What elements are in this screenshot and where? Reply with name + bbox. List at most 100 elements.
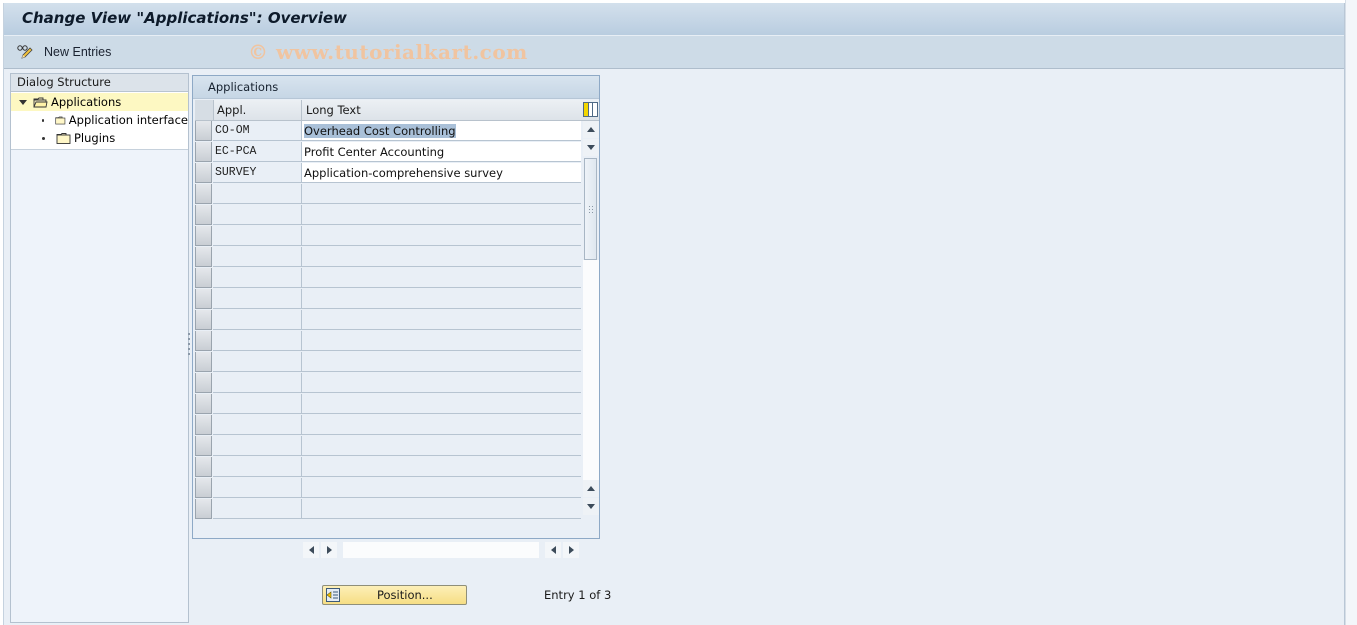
cell-appl: SURVEY xyxy=(213,163,302,183)
tree-item-plugins[interactable]: Plugins xyxy=(11,129,188,147)
row-selector[interactable] xyxy=(195,394,212,414)
cell-long-text[interactable]: Overhead Cost Controlling xyxy=(302,121,581,141)
cell-appl[interactable] xyxy=(213,226,302,246)
cell-long-text[interactable] xyxy=(302,331,581,351)
row-selector[interactable] xyxy=(195,499,212,519)
cell-long-text[interactable] xyxy=(302,499,581,519)
cell-long-text[interactable] xyxy=(302,415,581,435)
tree-item-applications[interactable]: Applications xyxy=(11,93,188,111)
cell-appl[interactable] xyxy=(213,205,302,225)
cell-appl[interactable] xyxy=(213,478,302,498)
cell-long-text[interactable] xyxy=(302,205,581,225)
table-row: CO-OM Overhead Cost Controlling xyxy=(195,121,581,142)
row-selector[interactable] xyxy=(195,184,212,204)
tree-item-application-interface[interactable]: Application interface xyxy=(11,111,188,129)
arrow-up-icon xyxy=(587,486,595,491)
table-row xyxy=(195,457,581,478)
cell-appl[interactable] xyxy=(213,394,302,414)
select-all-button[interactable] xyxy=(195,100,214,120)
cell-long-text[interactable] xyxy=(302,436,581,456)
tree-item-label: Plugins xyxy=(74,131,116,145)
cell-appl[interactable] xyxy=(213,415,302,435)
panel-splitter-handle[interactable] xyxy=(188,333,191,357)
row-selector[interactable] xyxy=(195,205,212,225)
scroll-right-button[interactable] xyxy=(321,542,337,558)
cell-long-text[interactable]: Application-comprehensive survey xyxy=(302,163,581,183)
cell-appl[interactable] xyxy=(213,373,302,393)
scroll-up-button[interactable] xyxy=(583,121,599,138)
scroll-thumb[interactable] xyxy=(584,158,597,260)
scroll-down-button[interactable] xyxy=(583,139,599,156)
row-selector[interactable] xyxy=(195,142,212,162)
row-selector[interactable] xyxy=(195,121,212,141)
arrow-down-icon xyxy=(587,504,595,509)
new-entries-button[interactable]: New Entries xyxy=(16,42,111,62)
vertical-scrollbar[interactable] xyxy=(583,121,599,516)
table-settings-icon[interactable] xyxy=(583,102,598,117)
long-text-value: Application-comprehensive survey xyxy=(304,166,503,180)
position-icon xyxy=(326,588,340,602)
scroll-left-button[interactable] xyxy=(303,542,319,558)
dialog-structure-panel: Dialog Structure Applications Applicatio… xyxy=(10,73,189,623)
page-up-button[interactable] xyxy=(583,480,599,497)
scroll-right-end-button[interactable] xyxy=(563,542,579,558)
cell-long-text[interactable] xyxy=(302,478,581,498)
table-row xyxy=(195,268,581,289)
table-row xyxy=(195,310,581,331)
row-selector[interactable] xyxy=(195,352,212,372)
cell-appl[interactable] xyxy=(213,289,302,309)
row-selector[interactable] xyxy=(195,163,212,183)
table-row: SURVEY Application-comprehensive survey xyxy=(195,163,581,184)
table-row xyxy=(195,394,581,415)
row-selector[interactable] xyxy=(195,289,212,309)
cell-appl[interactable] xyxy=(213,184,302,204)
cell-appl[interactable] xyxy=(213,268,302,288)
cell-long-text[interactable] xyxy=(302,373,581,393)
scroll-track[interactable] xyxy=(583,260,599,480)
cell-long-text[interactable] xyxy=(302,310,581,330)
cell-appl[interactable] xyxy=(213,352,302,372)
row-selector[interactable] xyxy=(195,373,212,393)
cell-appl[interactable] xyxy=(213,310,302,330)
cell-appl[interactable] xyxy=(213,247,302,267)
table-row xyxy=(195,499,581,520)
cell-long-text[interactable] xyxy=(302,394,581,414)
position-button[interactable]: Position... xyxy=(322,585,467,605)
column-header-appl[interactable]: Appl. xyxy=(213,100,302,120)
expand-triangle-icon[interactable] xyxy=(19,99,27,105)
cell-appl[interactable] xyxy=(213,499,302,519)
folder-icon xyxy=(55,116,66,124)
horizontal-scroll-track[interactable] xyxy=(343,542,539,558)
cell-long-text[interactable] xyxy=(302,268,581,288)
cell-appl: EC-PCA xyxy=(213,142,302,162)
cell-appl[interactable] xyxy=(213,457,302,477)
row-selector[interactable] xyxy=(195,268,212,288)
cell-appl[interactable] xyxy=(213,436,302,456)
arrow-down-icon xyxy=(587,145,595,150)
scroll-left-end-button[interactable] xyxy=(545,542,561,558)
horizontal-scrollbar[interactable] xyxy=(303,542,579,558)
cell-long-text[interactable]: Profit Center Accounting xyxy=(302,142,581,162)
row-selector[interactable] xyxy=(195,436,212,456)
window-edge xyxy=(1345,0,1357,625)
row-selector[interactable] xyxy=(195,226,212,246)
row-selector[interactable] xyxy=(195,478,212,498)
row-selector[interactable] xyxy=(195,331,212,351)
row-selector[interactable] xyxy=(195,247,212,267)
page-down-button[interactable] xyxy=(583,498,599,515)
cell-long-text[interactable] xyxy=(302,184,581,204)
cell-long-text[interactable] xyxy=(302,226,581,246)
column-header-long-text[interactable]: Long Text xyxy=(302,100,581,120)
cell-long-text[interactable] xyxy=(302,289,581,309)
open-folder-icon xyxy=(33,97,48,107)
cell-long-text[interactable] xyxy=(302,352,581,372)
cell-long-text[interactable] xyxy=(302,457,581,477)
cell-long-text[interactable] xyxy=(302,247,581,267)
row-selector[interactable] xyxy=(195,457,212,477)
row-selector[interactable] xyxy=(195,415,212,435)
row-selector[interactable] xyxy=(195,310,212,330)
arrow-left-icon xyxy=(308,546,314,554)
cell-appl[interactable] xyxy=(213,331,302,351)
table-row xyxy=(195,436,581,457)
long-text-value: Overhead Cost Controlling xyxy=(304,124,456,138)
